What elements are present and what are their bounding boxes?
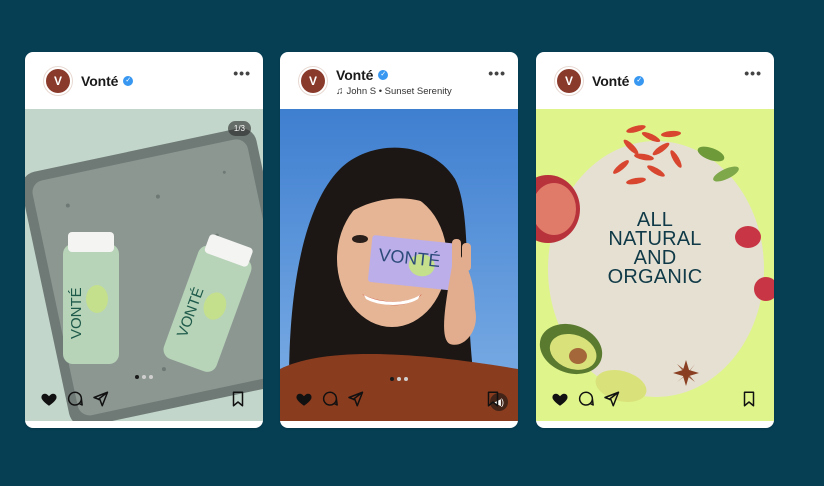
- carousel-dot: [142, 375, 146, 379]
- model-photo: VONTÉ: [280, 109, 518, 421]
- promo-text: ALL NATURAL AND ORGANIC: [536, 210, 774, 288]
- bookmark-icon[interactable]: [740, 390, 758, 408]
- post-card-2: V Vonté ✓ ♫ John S • Sunset Serenity •••: [280, 52, 518, 428]
- brand-row: Vonté ✓: [592, 73, 645, 89]
- carousel-dots: [280, 377, 518, 381]
- avatar-letter: V: [301, 69, 325, 93]
- avatar-letter: V: [46, 69, 70, 93]
- send-icon[interactable]: [91, 390, 109, 408]
- verified-badge-icon: ✓: [123, 76, 134, 86]
- more-options-icon[interactable]: •••: [744, 66, 762, 80]
- send-icon[interactable]: [346, 390, 364, 408]
- post-media[interactable]: ALL NATURAL AND ORGANIC: [536, 109, 774, 421]
- brand-row: Vonté ✓: [336, 67, 389, 83]
- avatar[interactable]: V: [43, 66, 73, 96]
- promo-line: ORGANIC: [607, 266, 703, 288]
- post-header: V Vonté ✓ •••: [536, 52, 774, 109]
- post-header: V Vonté ✓ ♫ John S • Sunset Serenity •••: [280, 52, 518, 109]
- more-options-icon[interactable]: •••: [233, 66, 251, 80]
- post-header: V Vonté ✓ •••: [25, 52, 263, 109]
- verified-badge-icon: ✓: [634, 76, 645, 86]
- carousel-dot: [404, 377, 408, 381]
- product-label: VONTÉ: [68, 287, 85, 339]
- brand-name[interactable]: Vonté: [336, 67, 373, 83]
- music-track: John S • Sunset Serenity: [346, 86, 452, 97]
- send-icon[interactable]: [602, 390, 620, 408]
- heart-icon[interactable]: [40, 390, 58, 408]
- carousel-dot: [397, 377, 401, 381]
- brand-name[interactable]: Vonté: [81, 73, 118, 89]
- post-actions: [280, 390, 518, 414]
- carousel-dot: [149, 375, 153, 379]
- music-attribution[interactable]: ♫ John S • Sunset Serenity: [336, 86, 452, 97]
- comment-icon[interactable]: [66, 390, 84, 408]
- heart-icon[interactable]: [295, 390, 313, 408]
- post-actions: [25, 390, 263, 414]
- brand-row: Vonté ✓: [81, 73, 134, 89]
- verified-badge-icon: ✓: [378, 70, 389, 80]
- more-options-icon[interactable]: •••: [488, 66, 506, 80]
- bookmark-icon[interactable]: [229, 390, 247, 408]
- avatar-letter: V: [557, 69, 581, 93]
- carousel-dot: [390, 377, 394, 381]
- post-card-1: V Vonté ✓ ••• VONTÉ VONTÉ 1/3: [25, 52, 263, 428]
- carousel-counter: 1/3: [227, 121, 251, 136]
- post-actions: [536, 390, 774, 414]
- avatar[interactable]: V: [554, 66, 584, 96]
- carousel-dot: [135, 375, 139, 379]
- comment-icon[interactable]: [577, 390, 595, 408]
- post-card-3: V Vonté ✓ ••• ALL NATURAL AND ORGANIC: [536, 52, 774, 428]
- bookmark-icon[interactable]: [484, 390, 502, 408]
- brand-name[interactable]: Vonté: [592, 73, 629, 89]
- post-media[interactable]: VONTÉ ◀): [280, 109, 518, 421]
- heart-icon[interactable]: [551, 390, 569, 408]
- comment-icon[interactable]: [321, 390, 339, 408]
- avatar[interactable]: V: [298, 66, 328, 96]
- music-note-icon: ♫: [336, 86, 344, 97]
- carousel-dots: [25, 375, 263, 379]
